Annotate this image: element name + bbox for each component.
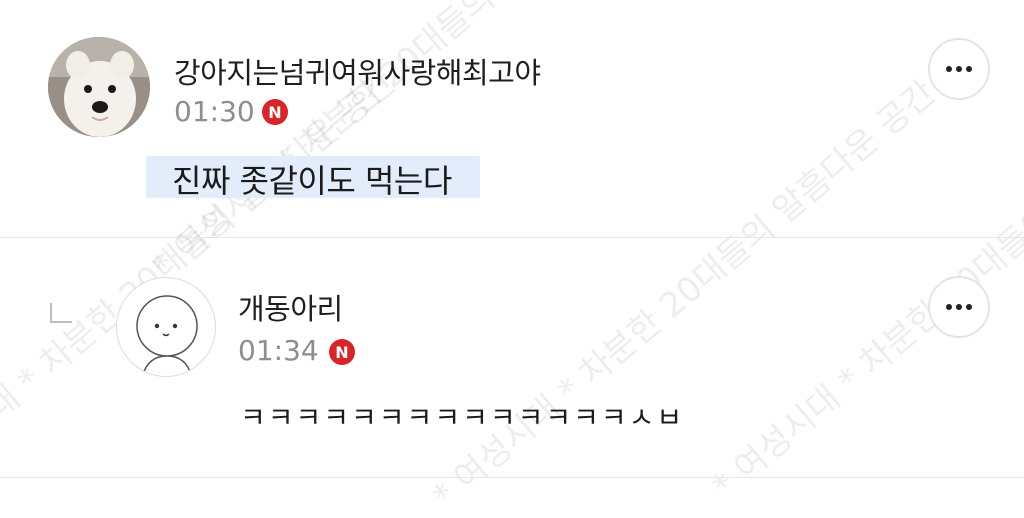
ellipsis-icon [946,66,972,72]
comment-author-name[interactable]: 강아지는넘귀여워사랑해최고야 [174,50,541,92]
default-profile-icon [136,295,198,376]
avatar[interactable] [116,277,216,377]
new-badge-icon: N [262,99,288,125]
comment-timestamp: 01:30 [174,95,255,128]
dog-photo-icon [48,37,150,137]
comment-timestamp: 01:34 [238,334,319,367]
ellipsis-icon [946,304,972,310]
new-badge-icon: N [329,339,355,365]
divider [0,477,1024,478]
comment-author-name[interactable]: 개동아리 [238,286,343,328]
more-options-button[interactable] [928,38,990,100]
comment-item: 강아지는넘귀여워사랑해최고야 01:30 N 진짜 좃같이도 먹는다 [0,0,1024,238]
avatar[interactable] [48,37,150,137]
comment-text: 진짜 좃같이도 먹는다 [172,162,452,200]
more-options-button[interactable] [928,276,990,338]
comment-text: ㅋㅋㅋㅋㅋㅋㅋㅋㅋㅋㅋㅋㅋㅋㅅㅂ [240,401,685,434]
reply-arrow-icon [50,303,72,323]
